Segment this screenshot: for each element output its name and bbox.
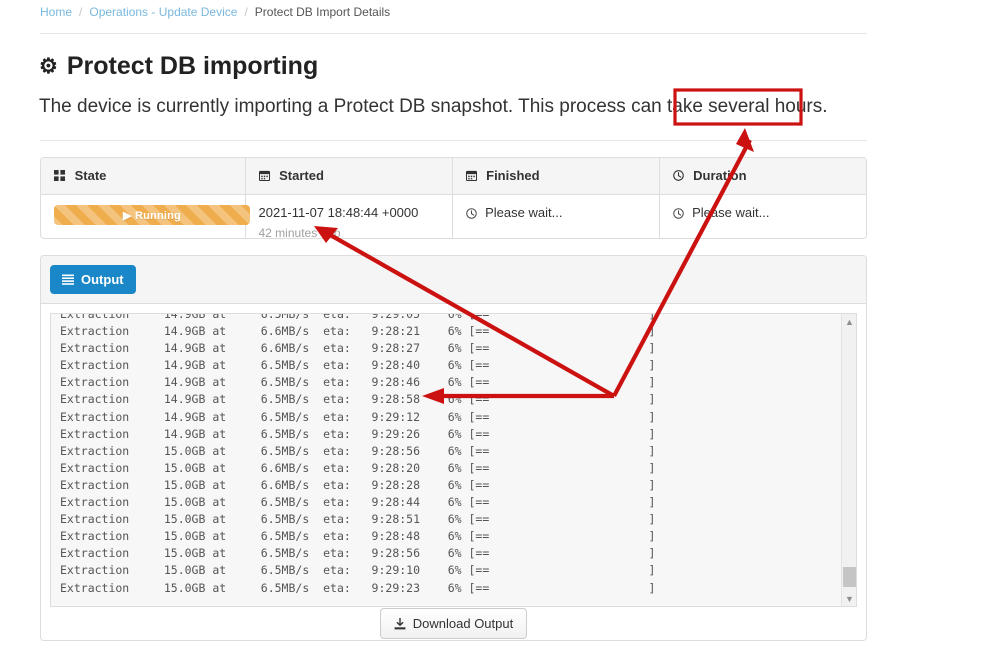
log-line: Extraction 14.9GB at 6.6MB/s eta: 9:28:2… [60,324,656,339]
output-body: Extraction 14.9GB at 6.5MB/s eta: 9:29:0… [41,304,866,639]
column-header-started-label: Started [279,168,324,183]
output-log-scrollbar[interactable]: ▲ ▼ [841,314,856,606]
chevron-down-icon[interactable]: ▼ [842,591,856,606]
column-header-finished-label: Finished [486,168,540,183]
state-table: State Started Finished Duration ▶ Runnin… [41,158,866,239]
table-row: ▶ Running 2021-11-07 18:48:44 +0000 42 m… [41,194,866,239]
started-timestamp: 2021-11-07 18:48:44 +0000 [258,205,419,220]
status-badge-running: ▶ Running [54,205,250,225]
cell-state: ▶ Running [41,195,250,239]
page-title: ⚙ Protect DB importing [39,52,318,81]
gear-icon: ⚙ [39,55,58,78]
breadcrumb-separator: / [79,5,83,19]
log-line: Extraction 15.0GB at 6.5MB/s eta: 9:28:5… [60,512,656,527]
log-line: Extraction 15.0GB at 6.5MB/s eta: 9:28:5… [60,546,656,561]
log-line: Extraction 14.9GB at 6.5MB/s eta: 9:29:1… [60,409,656,424]
status-badge-label: ▶ Running [123,209,181,222]
column-header-finished: Finished [451,158,659,195]
clock-icon [465,207,477,222]
log-line: Extraction 15.0GB at 6.6MB/s eta: 9:28:2… [60,460,656,475]
column-header-duration-label: Duration [693,168,747,183]
column-header-duration: Duration [658,158,866,195]
log-line: Extraction 14.9GB at 6.5MB/s eta: 9:29:2… [60,426,656,441]
breadcrumb-separator: / [244,5,248,19]
list-icon [62,274,74,285]
tab-output-label: Output [81,272,124,287]
log-line: Extraction 15.0GB at 6.6MB/s eta: 9:28:2… [60,477,656,492]
divider-middle [40,140,867,141]
started-relative: 42 minutes ago [258,226,341,239]
log-line: Extraction 15.0GB at 6.5MB/s eta: 9:29:2… [60,580,656,595]
download-output-label: Download Output [412,616,514,631]
state-panel: State Started Finished Duration ▶ Runnin… [40,157,867,239]
clock-icon [672,169,684,184]
download-output-wrap: Download Output [41,608,866,639]
duration-value: Please wait... [692,205,770,220]
log-line: Extraction 15.0GB at 6.5MB/s eta: 9:29:1… [60,563,656,578]
finished-value: Please wait... [485,205,563,220]
output-log-lines: Extraction 14.9GB at 6.5MB/s eta: 9:29:0… [51,314,841,597]
log-line: Extraction 15.0GB at 6.5MB/s eta: 9:28:4… [60,529,656,544]
output-panel-header: Output [41,256,866,304]
log-line: Extraction 15.0GB at 6.5MB/s eta: 9:28:4… [60,495,656,510]
calendar-icon [258,169,270,184]
breadcrumb-item-current: Protect DB Import Details [254,5,391,19]
download-output-button[interactable]: Download Output [379,608,528,639]
chevron-up-icon[interactable]: ▲ [842,314,856,329]
column-header-state-label: State [74,168,107,183]
page-description: The device is currently importing a Prot… [39,96,828,117]
breadcrumb-item-operations-update-device[interactable]: Operations - Update Device [89,5,237,19]
cell-started: 2021-11-07 18:48:44 +0000 42 minutes ago [244,194,452,239]
cell-duration: Please wait... [658,194,866,238]
log-line: Extraction 14.9GB at 6.5MB/s eta: 9:28:4… [60,358,656,373]
breadcrumb: Home / Operations - Update Device / Prot… [40,0,390,24]
log-line: Extraction 15.0GB at 6.5MB/s eta: 9:28:5… [60,443,656,458]
tab-output[interactable]: Output [50,265,136,294]
output-log-viewport: Extraction 14.9GB at 6.5MB/s eta: 9:29:0… [51,314,841,606]
scrollbar-thumb[interactable] [843,567,856,587]
table-header-row: State Started Finished Duration [41,158,866,195]
output-log-box[interactable]: Extraction 14.9GB at 6.5MB/s eta: 9:29:0… [50,313,857,607]
divider-top [40,33,867,34]
log-line: Extraction 14.9GB at 6.5MB/s eta: 9:29:0… [60,314,656,321]
breadcrumb-item-home[interactable]: Home [40,5,72,19]
clock-icon [672,207,684,222]
log-line: Extraction 14.9GB at 6.5MB/s eta: 9:28:4… [60,375,656,390]
column-header-state: State [41,158,245,195]
output-panel: Output Extraction 14.9GB at 6.5MB/s eta:… [40,255,867,641]
log-line: Extraction 14.9GB at 6.6MB/s eta: 9:28:2… [60,341,656,356]
column-header-started: Started [244,158,452,195]
grid-icon [54,169,65,184]
calendar-icon [465,169,477,184]
download-icon [394,617,406,630]
page-title-text: Protect DB importing [66,52,319,80]
play-icon: ▶ [123,209,132,222]
log-line: Extraction 14.9GB at 6.5MB/s eta: 9:28:5… [60,392,656,407]
cell-finished: Please wait... [451,194,659,238]
